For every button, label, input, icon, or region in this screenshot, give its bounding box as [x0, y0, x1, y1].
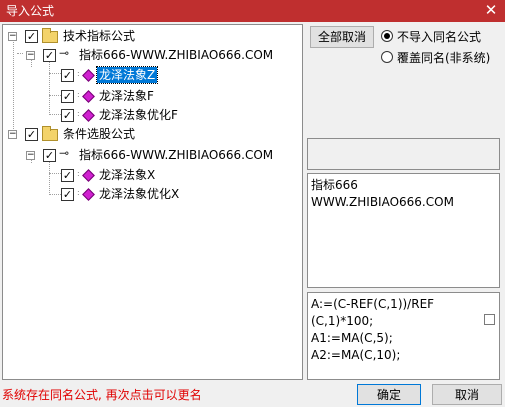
title-bar: 导入公式 ✕ — [0, 0, 505, 22]
key-icon: ⊸ — [59, 146, 70, 160]
tree-checkbox[interactable]: ✓ — [25, 128, 38, 141]
dots-icon: : — [77, 69, 80, 78]
dots-icon: : — [77, 188, 80, 197]
tree-node-category[interactable]: − ✓ 条件选股公式 — [3, 125, 302, 143]
tree-checkbox[interactable]: ✓ — [43, 149, 56, 162]
collapse-toggle-icon[interactable]: − — [26, 51, 35, 60]
tree-checkbox[interactable]: ✓ — [43, 49, 56, 62]
tree-node-group[interactable]: − ✓ ⊸ 指标666-WWW.ZHIBIAO666.COM — [3, 46, 302, 64]
tree-node-label: 指标666-WWW.ZHIBIAO666.COM — [79, 148, 274, 162]
formula-name-field[interactable] — [307, 138, 500, 170]
tree-node-category[interactable]: − ✓ 技术指标公式 — [3, 27, 302, 45]
info-line-1: 指标666 — [311, 178, 358, 192]
cancel-button[interactable]: 取消 — [432, 384, 502, 405]
formula-code-panel[interactable]: A:=(C-REF(C,1))/REF (C,1)*100; A1:=MA(C,… — [307, 292, 500, 380]
tree-node-label: 龙泽法象F — [99, 89, 154, 103]
tree-node-label: 龙泽法象X — [99, 168, 156, 182]
skip-duplicates-label: 不导入同名公式 — [397, 30, 482, 44]
tree-node-label: 技术指标公式 — [63, 29, 136, 43]
dots-icon: : — [77, 169, 80, 178]
tree-node-formula[interactable]: ✓ : 龙泽法象优化F — [3, 106, 302, 124]
info-line-2: WWW.ZHIBIAO666.COM — [311, 195, 454, 209]
tree-checkbox[interactable]: ✓ — [61, 90, 74, 103]
tree-node-formula[interactable]: ✓ : 龙泽法象优化X — [3, 185, 302, 203]
formula-icon — [82, 169, 95, 182]
formula-tree[interactable]: − ✓ 技术指标公式 − ✓ ⊸ 指标666-WWW.ZHIBIAO666.CO… — [2, 24, 303, 380]
collapse-toggle-icon[interactable]: − — [26, 151, 35, 160]
cancel-all-button[interactable]: 全部取消 — [310, 26, 374, 48]
tree-checkbox[interactable]: ✓ — [61, 69, 74, 82]
dots-icon: : — [77, 90, 80, 99]
tree-node-formula[interactable]: ✓ : 龙泽法象F — [3, 87, 302, 105]
formula-icon — [82, 69, 95, 82]
collapse-toggle-icon[interactable]: − — [8, 130, 17, 139]
tree-checkbox[interactable]: ✓ — [61, 188, 74, 201]
collapse-toggle-icon[interactable]: − — [8, 32, 17, 41]
tree-checkbox[interactable]: ✓ — [61, 169, 74, 182]
tree-checkbox[interactable]: ✓ — [25, 30, 38, 43]
window-title: 导入公式 — [6, 4, 55, 18]
formula-icon — [82, 188, 95, 201]
tree-node-label: 龙泽法象优化X — [99, 187, 180, 201]
dots-icon: : — [77, 109, 80, 118]
tree-node-formula[interactable]: ✓ : 龙泽法象X — [3, 166, 302, 184]
tree-node-label: 条件选股公式 — [63, 127, 136, 141]
tree-node-formula[interactable]: ✓ : 龙泽法象Z — [3, 66, 302, 84]
ok-button[interactable]: 确定 — [357, 384, 421, 405]
formula-info-panel: 指标666 WWW.ZHIBIAO666.COM — [307, 173, 500, 288]
tree-node-label: 龙泽法象Z — [95, 66, 159, 84]
skip-duplicates-radio[interactable] — [381, 30, 393, 42]
formula-icon — [82, 109, 95, 122]
tree-checkbox[interactable]: ✓ — [61, 109, 74, 122]
tree-node-group[interactable]: − ✓ ⊸ 指标666-WWW.ZHIBIAO666.COM — [3, 146, 302, 164]
overwrite-duplicates-label: 覆盖同名(非系统) — [397, 51, 491, 65]
folder-icon — [42, 28, 58, 43]
formula-icon — [82, 90, 95, 103]
close-icon[interactable]: ✕ — [483, 2, 499, 19]
status-message: 系统存在同名公式, 再次点击可以更名 — [2, 388, 202, 402]
formula-code-text: A:=(C-REF(C,1))/REF (C,1)*100; A1:=MA(C,… — [311, 297, 435, 362]
overwrite-duplicates-radio[interactable] — [381, 51, 393, 63]
tree-node-label: 指标666-WWW.ZHIBIAO666.COM — [79, 48, 274, 62]
scroll-box-icon[interactable] — [484, 314, 495, 325]
key-icon: ⊸ — [59, 46, 70, 60]
folder-icon — [42, 126, 58, 141]
tree-node-label: 龙泽法象优化F — [99, 108, 178, 122]
